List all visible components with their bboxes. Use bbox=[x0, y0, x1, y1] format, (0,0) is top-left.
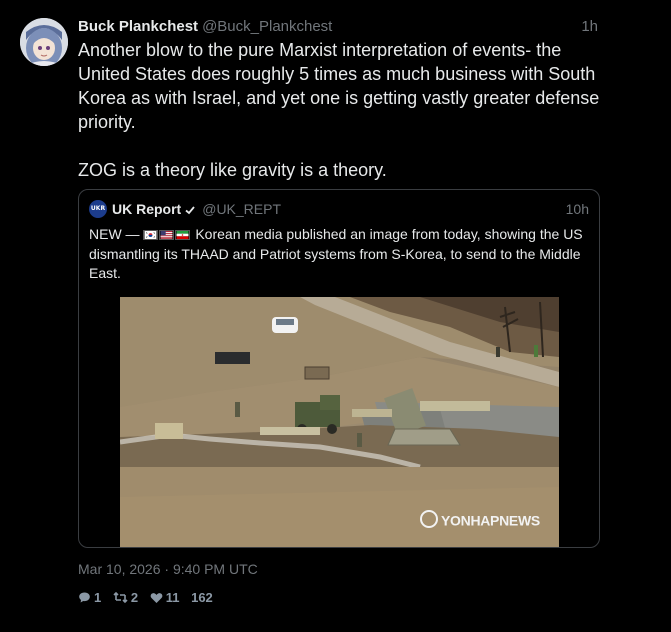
views-count: 162 bbox=[191, 589, 213, 607]
retweet-icon bbox=[113, 591, 128, 604]
like-count: 11 bbox=[165, 590, 180, 605]
watermark-text: YONHAPNEWS bbox=[441, 512, 540, 529]
comment-icon bbox=[79, 592, 90, 603]
quoted-post[interactable]: UKR UK Report @UK_REPT 10h NEW — Korean … bbox=[78, 189, 600, 548]
south-korea-flag-icon bbox=[143, 230, 159, 241]
verified-check-icon bbox=[185, 206, 195, 215]
quoted-author-handle[interactable]: @UK_REPT bbox=[202, 201, 281, 217]
yonhap-news-watermark: YONHAPNEWS bbox=[420, 510, 540, 535]
quoted-text-prefix: NEW — bbox=[89, 226, 140, 242]
flag-emojis bbox=[143, 225, 191, 244]
quoted-post-text: NEW — Korean media published an image fr… bbox=[89, 225, 589, 283]
post-actions: 1 2 11 162 bbox=[78, 589, 221, 607]
avatar[interactable] bbox=[20, 18, 68, 66]
repost-button[interactable]: 2 bbox=[113, 589, 138, 607]
post-timestamp[interactable]: Mar 10, 2026 · 9:40 PM UTC bbox=[78, 560, 258, 578]
post-header: Buck Plankchest @Buck_Plankchest 1h bbox=[78, 17, 598, 37]
author-handle[interactable]: @Buck_Plankchest bbox=[202, 18, 332, 35]
views-count-value: 162 bbox=[191, 590, 213, 605]
reply-button[interactable]: 1 bbox=[78, 589, 101, 607]
quoted-author-display-name[interactable]: UK Report bbox=[112, 201, 181, 217]
post-text: Another blow to the pure Marxist interpr… bbox=[78, 40, 600, 180]
quoted-relative-time: 10h bbox=[565, 201, 589, 217]
heart-icon bbox=[150, 592, 163, 603]
post: Buck Plankchest @Buck_Plankchest 1h Anoth… bbox=[0, 0, 671, 632]
anime-character-avatar-icon bbox=[20, 18, 68, 66]
reply-count: 1 bbox=[94, 590, 102, 605]
yonhap-logo-icon bbox=[420, 510, 438, 529]
quoted-post-header: UKR UK Report @UK_REPT 10h bbox=[89, 199, 589, 219]
author-display-name[interactable]: Buck Plankchest bbox=[78, 18, 198, 35]
usa-flag-icon bbox=[159, 230, 175, 241]
quoted-post-media[interactable]: YONHAPNEWS bbox=[120, 297, 559, 547]
military-photo-icon bbox=[120, 297, 559, 547]
like-button[interactable]: 11 bbox=[150, 589, 180, 607]
ukr-logo-text: UKR bbox=[90, 205, 106, 213]
ukr-logo-icon: UKR bbox=[89, 200, 107, 219]
post-relative-time[interactable]: 1h bbox=[581, 17, 598, 37]
iran-flag-icon bbox=[175, 230, 191, 241]
repost-count: 2 bbox=[130, 590, 139, 605]
